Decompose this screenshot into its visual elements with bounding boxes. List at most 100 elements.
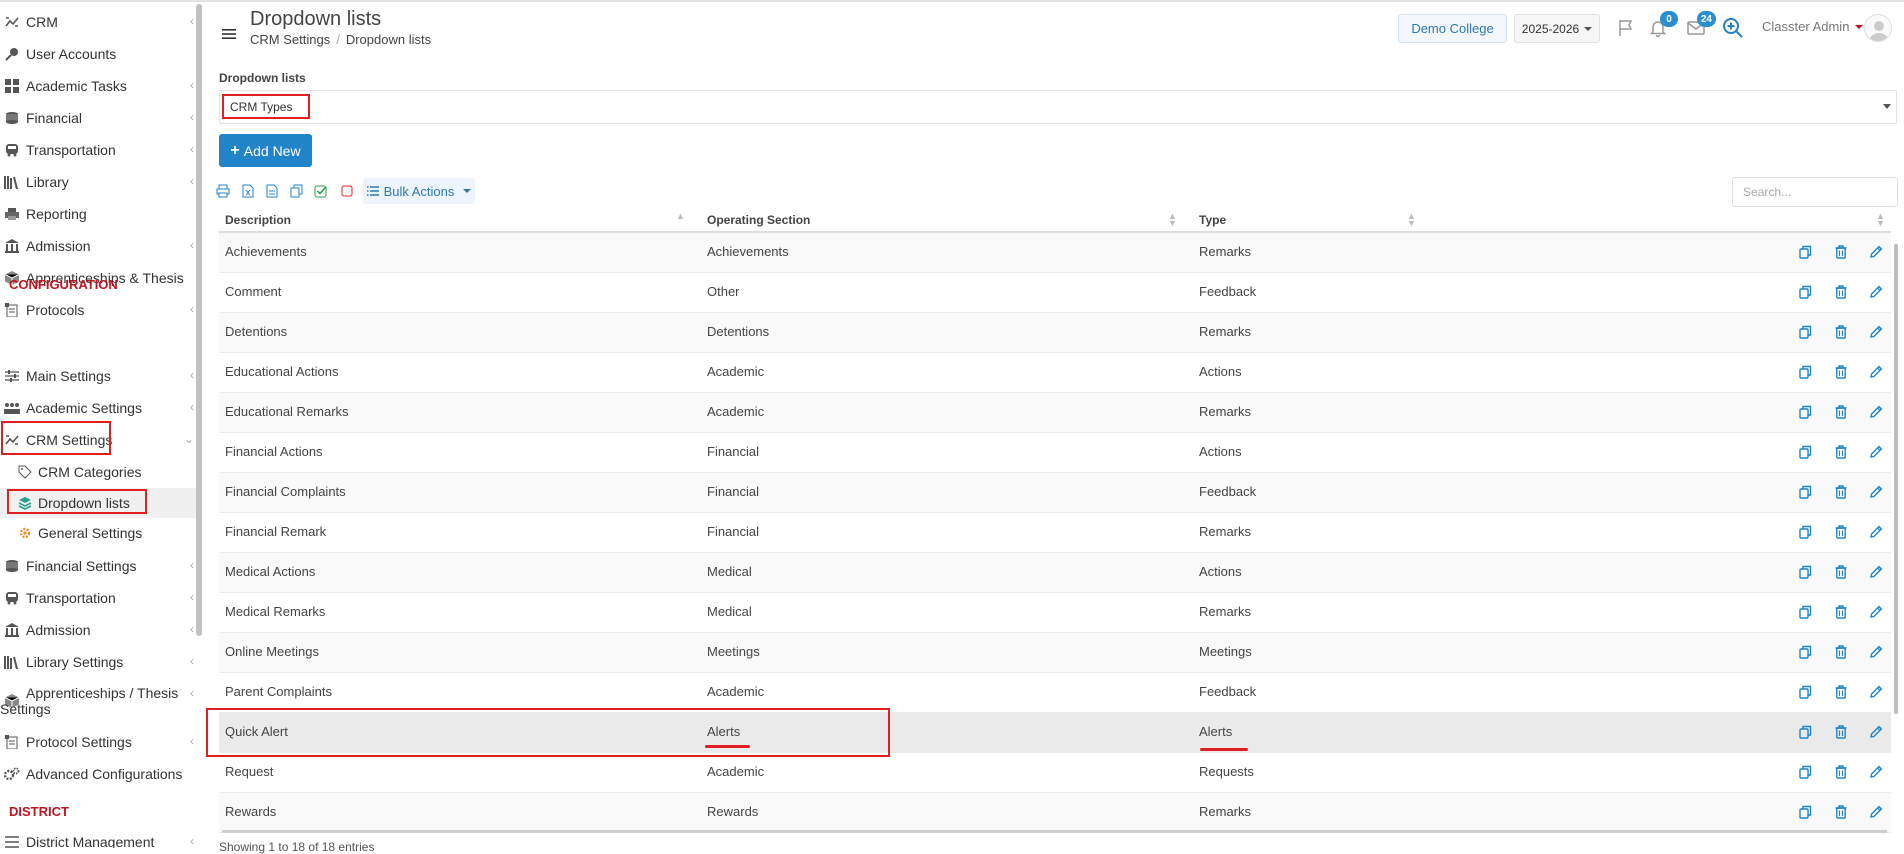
copy-row-button[interactable] — [1797, 564, 1813, 580]
delete-row-button[interactable] — [1833, 804, 1849, 820]
college-button[interactable]: Demo College — [1398, 14, 1507, 43]
sidebar-item-transportation-settings[interactable]: Transportation ‹ — [0, 582, 196, 614]
column-description[interactable]: Description — [225, 213, 291, 227]
copy-row-button[interactable] — [1797, 684, 1813, 700]
search-input[interactable]: Search... — [1732, 177, 1898, 207]
sidebar-item-academic-settings[interactable]: Academic Settings ‹ — [0, 392, 196, 424]
export-pdf-button[interactable] — [263, 182, 281, 200]
edit-row-button[interactable] — [1868, 244, 1884, 260]
delete-row-button[interactable] — [1833, 484, 1849, 500]
sidebar-subitem-general-settings[interactable]: General Settings — [0, 518, 196, 548]
table-row[interactable]: Educational Remarks Academic Remarks — [219, 393, 1891, 433]
edit-row-button[interactable] — [1868, 804, 1884, 820]
edit-row-button[interactable] — [1868, 364, 1884, 380]
copy-button[interactable] — [287, 182, 305, 200]
copy-row-button[interactable] — [1797, 404, 1813, 420]
print-button[interactable] — [214, 182, 232, 200]
sidebar-item-admission-settings[interactable]: Admission ‹ — [0, 614, 196, 646]
avatar[interactable] — [1864, 14, 1892, 42]
copy-row-button[interactable] — [1797, 444, 1813, 460]
copy-row-button[interactable] — [1797, 484, 1813, 500]
table-row[interactable]: Comment Other Feedback — [219, 273, 1891, 313]
sidebar-item-apprenticeships-thesis-settings[interactable]: Apprenticeships / Thesis Settings ‹ — [0, 678, 196, 724]
notifications-button[interactable]: 0 — [1646, 11, 1678, 40]
delete-row-button[interactable] — [1833, 644, 1849, 660]
dropdown-lists-select[interactable] — [219, 90, 1897, 124]
year-select[interactable]: 2025-2026 — [1514, 14, 1600, 43]
delete-row-button[interactable] — [1833, 364, 1849, 380]
user-menu[interactable]: Classter Admin — [1762, 19, 1864, 34]
dropdown-selected-value[interactable]: CRM Types — [222, 94, 310, 119]
sidebar-item-academic-tasks[interactable]: Academic Tasks ‹ — [0, 70, 196, 102]
column-operating-section[interactable]: Operating Section — [707, 213, 810, 227]
sidebar-item-advanced-configurations[interactable]: Advanced Configurations — [0, 758, 196, 790]
delete-row-button[interactable] — [1833, 284, 1849, 300]
table-row[interactable]: Medical Actions Medical Actions — [219, 553, 1891, 593]
edit-row-button[interactable] — [1868, 564, 1884, 580]
sidebar-subitem-crm-categories[interactable]: CRM Categories — [0, 457, 196, 487]
breadcrumb-crm-settings[interactable]: CRM Settings — [250, 32, 330, 47]
table-row[interactable]: Rewards Rewards Remarks — [219, 793, 1891, 833]
sidebar-item-library[interactable]: Library ‹ — [0, 166, 196, 198]
copy-row-button[interactable] — [1797, 524, 1813, 540]
sidebar-item-library-settings[interactable]: Library Settings ‹ — [0, 646, 196, 678]
table-row[interactable]: Parent Complaints Academic Feedback — [219, 673, 1891, 713]
sidebar-item-financial-settings[interactable]: Financial Settings ‹ — [0, 550, 196, 582]
add-new-button[interactable]: + Add New — [219, 134, 312, 167]
copy-row-button[interactable] — [1797, 284, 1813, 300]
edit-row-button[interactable] — [1868, 604, 1884, 620]
sidebar-item-transportation[interactable]: Transportation ‹ — [0, 134, 196, 166]
table-row[interactable]: Medical Remarks Medical Remarks — [219, 593, 1891, 633]
table-row[interactable]: Financial Remark Financial Remarks — [219, 513, 1891, 553]
edit-row-button[interactable] — [1868, 764, 1884, 780]
copy-row-button[interactable] — [1797, 804, 1813, 820]
table-scrollbar[interactable] — [1894, 244, 1898, 714]
flag-button[interactable] — [1614, 16, 1638, 40]
edit-row-button[interactable] — [1868, 484, 1884, 500]
sidebar-item-main-settings[interactable]: Main Settings ‹ — [0, 360, 196, 392]
sidebar-item-user-accounts[interactable]: User Accounts — [0, 38, 196, 70]
table-row[interactable]: Financial Actions Financial Actions — [219, 433, 1891, 473]
copy-row-button[interactable] — [1797, 604, 1813, 620]
table-row[interactable]: Educational Actions Academic Actions — [219, 353, 1891, 393]
table-row[interactable]: Online Meetings Meetings Meetings — [219, 633, 1891, 673]
sidebar-item-crm[interactable]: CRM ‹ — [0, 6, 196, 38]
edit-row-button[interactable] — [1868, 284, 1884, 300]
export-excel-button[interactable] — [239, 182, 257, 200]
sidebar-item-reporting[interactable]: Reporting — [0, 198, 196, 230]
select-all-button[interactable] — [312, 182, 330, 200]
edit-row-button[interactable] — [1868, 644, 1884, 660]
edit-row-button[interactable] — [1868, 524, 1884, 540]
menu-toggle-button[interactable] — [222, 24, 236, 45]
copy-row-button[interactable] — [1797, 724, 1813, 740]
copy-row-button[interactable] — [1797, 644, 1813, 660]
table-row[interactable]: Financial Complaints Financial Feedback — [219, 473, 1891, 513]
edit-row-button[interactable] — [1868, 444, 1884, 460]
sidebar-item-district-management[interactable]: District Management ‹ — [0, 826, 196, 848]
table-row[interactable]: Detentions Detentions Remarks — [219, 313, 1891, 353]
sidebar-item-admission[interactable]: Admission ‹ — [0, 230, 196, 262]
copy-row-button[interactable] — [1797, 324, 1813, 340]
bulk-actions-button[interactable]: Bulk Actions — [363, 178, 475, 204]
delete-row-button[interactable] — [1833, 524, 1849, 540]
delete-row-button[interactable] — [1833, 764, 1849, 780]
copy-row-button[interactable] — [1797, 364, 1813, 380]
delete-row-button[interactable] — [1833, 564, 1849, 580]
delete-row-button[interactable] — [1833, 404, 1849, 420]
delete-row-button[interactable] — [1833, 444, 1849, 460]
delete-row-button[interactable] — [1833, 684, 1849, 700]
column-type[interactable]: Type — [1199, 213, 1226, 227]
copy-row-button[interactable] — [1797, 764, 1813, 780]
delete-row-button[interactable] — [1833, 724, 1849, 740]
edit-row-button[interactable] — [1868, 404, 1884, 420]
delete-row-button[interactable] — [1833, 324, 1849, 340]
delete-row-button[interactable] — [1833, 604, 1849, 620]
edit-row-button[interactable] — [1868, 684, 1884, 700]
table-row[interactable]: Request Academic Requests — [219, 753, 1891, 793]
table-horizontal-scrollbar[interactable] — [222, 830, 1887, 833]
table-row[interactable]: Achievements Achievements Remarks — [219, 233, 1891, 273]
messages-button[interactable]: 24 — [1684, 11, 1716, 40]
sidebar-scrollbar[interactable] — [196, 4, 202, 636]
sidebar-item-protocol-settings[interactable]: Protocol Settings ‹ — [0, 726, 196, 758]
sidebar-item-protocols[interactable]: Protocols ‹ — [0, 294, 196, 326]
